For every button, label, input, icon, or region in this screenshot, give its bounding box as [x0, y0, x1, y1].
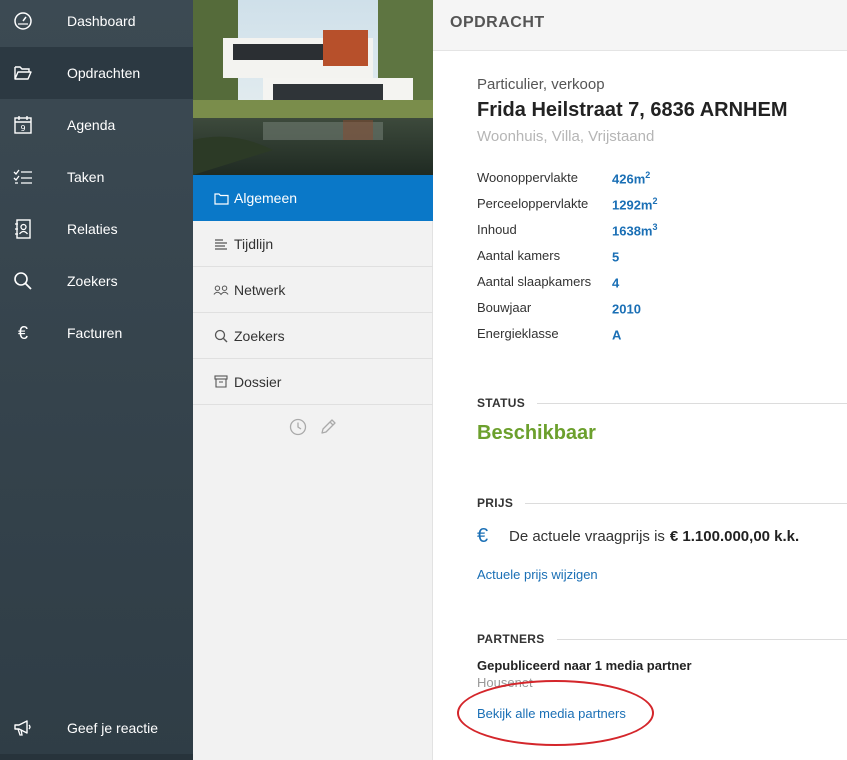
divider [525, 502, 847, 504]
partners-heading: PARTNERS [477, 631, 847, 647]
euro-icon: € [477, 524, 489, 547]
detail-key: Aantal slaapkamers [477, 274, 592, 289]
folder-icon [213, 190, 229, 206]
nav-label: Dashboard [67, 13, 136, 29]
pencil-icon[interactable] [318, 417, 338, 437]
detail-key: Bouwjaar [477, 300, 532, 315]
calendar-day: 9 [20, 124, 25, 133]
nav-item-taken[interactable]: Taken [0, 151, 193, 203]
price-row: € De actuele vraagprijs is € 1.100.000,0… [477, 524, 799, 548]
subnav-item-dossier[interactable]: Dossier [193, 359, 433, 405]
detail-key: Energieklasse [477, 326, 559, 341]
nav-item-feedback[interactable]: Geef je reactie [0, 702, 193, 754]
subnav-label: Netwerk [234, 281, 286, 298]
detail-value: 5 [612, 249, 620, 265]
contact-book-icon [12, 218, 34, 240]
nav-item-dashboard[interactable]: Dashboard [0, 0, 193, 47]
property-type: Particulier, verkoop [477, 76, 605, 93]
checklist-icon [12, 166, 34, 188]
folder-open-icon [12, 62, 34, 84]
calendar-icon: 9 [12, 114, 34, 136]
nav-item-relaties[interactable]: Relaties [0, 203, 193, 255]
detail-key: Perceeloppervlakte [477, 196, 589, 211]
nav-label: Taken [67, 169, 105, 185]
nav-bottom-bar [0, 754, 193, 760]
divider [537, 402, 847, 404]
property-address: Frida Heilstraat 7, 6836 ARNHEM [477, 99, 788, 121]
subnav-item-algemeen[interactable]: Algemeen [193, 175, 440, 221]
detail-value: A [612, 327, 622, 343]
detail-key: Aantal kamers [477, 248, 561, 263]
status-heading: STATUS [477, 395, 847, 411]
detail-value: 1638m3 [612, 222, 658, 239]
gauge-icon [12, 10, 34, 32]
nav-item-facturen[interactable]: € Facturen [0, 307, 193, 359]
status-value: Beschikbaar [477, 422, 596, 444]
section-heading-text: STATUS [477, 396, 526, 410]
subnav-label: Algemeen [234, 190, 298, 206]
subnav-label: Dossier [234, 373, 282, 390]
divider [556, 638, 847, 640]
detail-value: 4 [612, 275, 620, 291]
section-heading-text: PRIJS [477, 496, 514, 510]
page-title: OPDRACHT [450, 14, 545, 31]
published-partners-text: Gepubliceerd naar 1 media partner [477, 658, 692, 673]
lines-icon [213, 236, 229, 252]
subnav-item-zoekers[interactable]: Zoekers [193, 313, 433, 359]
view-all-partners-link[interactable]: Bekijk alle media partners [477, 706, 626, 721]
nav-label: Opdrachten [67, 65, 141, 81]
search-icon [12, 270, 34, 292]
detail-key: Inhoud [477, 222, 517, 237]
subnav-label: Tijdlijn [234, 235, 274, 252]
nav-label: Zoekers [67, 273, 118, 289]
nav-label: Facturen [67, 325, 123, 341]
clock-icon[interactable] [288, 417, 308, 437]
archive-icon [213, 374, 229, 390]
detail-value: 2010 [612, 301, 641, 317]
page-header: OPDRACHT [433, 0, 847, 51]
subnav-actions [193, 417, 433, 439]
network-icon [213, 282, 229, 298]
property-subtitle: Woonhuis, Villa, Vrijstaand [477, 128, 655, 145]
property-photo [193, 0, 433, 175]
megaphone-icon [12, 717, 34, 739]
opdracht-subnav: Algemeen Tijdlijn Netwerk Zoekers Dossie… [193, 0, 440, 760]
main-content: OPDRACHT Particulier, verkoop Frida Heil… [433, 0, 847, 760]
detail-key: Woonoppervlakte [477, 170, 578, 185]
main-navigation: Dashboard Opdrachten 9 Agenda Taken Rela… [0, 0, 193, 760]
detail-value: 426m2 [612, 170, 651, 187]
nav-label: Agenda [67, 117, 116, 133]
change-price-link[interactable]: Actuele prijs wijzigen [477, 567, 598, 582]
subnav-label: Zoekers [234, 327, 285, 344]
subnav-item-netwerk[interactable]: Netwerk [193, 267, 433, 313]
partner-name: Housenet [477, 675, 533, 690]
nav-label: Relaties [67, 221, 118, 237]
detail-value: 1292m2 [612, 196, 658, 213]
nav-item-opdrachten[interactable]: Opdrachten [0, 47, 193, 99]
subnav-item-tijdlijn[interactable]: Tijdlijn [193, 221, 433, 267]
search-icon [213, 328, 229, 344]
nav-item-zoekers[interactable]: Zoekers [0, 255, 193, 307]
price-value: € 1.100.000,00 k.k. [669, 527, 800, 545]
euro-icon: € [17, 322, 28, 343]
price-label: De actuele vraagprijs is [509, 527, 665, 545]
section-heading-text: PARTNERS [477, 632, 545, 646]
nav-item-agenda[interactable]: 9 Agenda [0, 99, 193, 151]
price-heading: PRIJS [477, 495, 847, 511]
nav-label: Geef je reactie [67, 720, 159, 736]
